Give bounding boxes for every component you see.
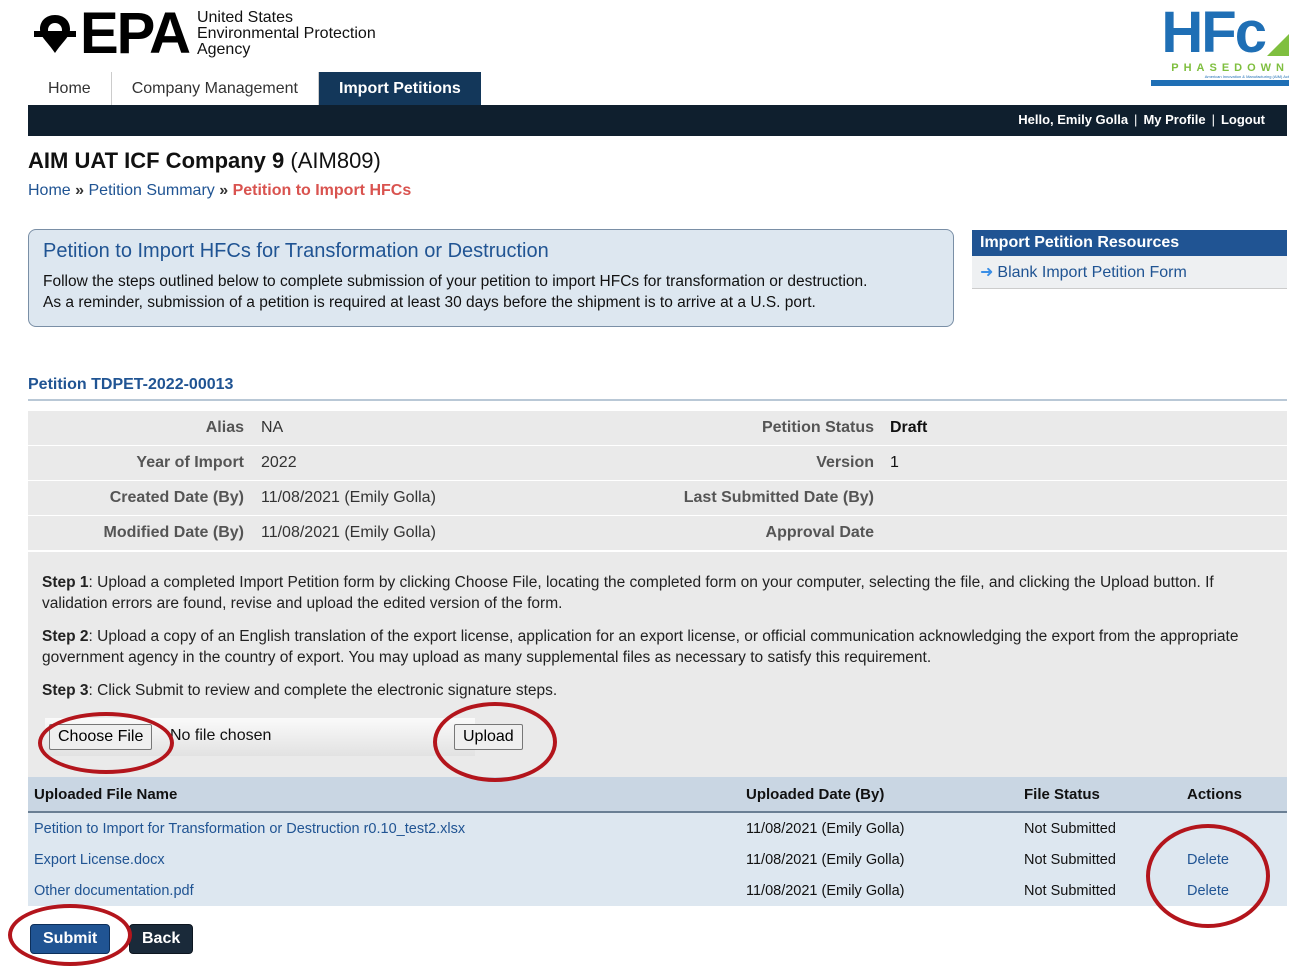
- detail-value: 2022: [261, 454, 297, 471]
- main-nav: Home Company Management Import Petitions: [28, 70, 481, 106]
- petition-status-value: Draft: [890, 419, 928, 436]
- divider: [28, 399, 1287, 401]
- upload-button[interactable]: Upload: [454, 724, 523, 750]
- detail-label: Modified Date (By): [103, 524, 244, 541]
- instructions-title: Petition to Import HFCs for Transformati…: [43, 240, 549, 262]
- no-file-chosen-label: No file chosen: [170, 727, 272, 744]
- detail-label: Alias: [205, 419, 244, 436]
- tab-home[interactable]: Home: [28, 72, 112, 106]
- epa-logo[interactable]: EPA United States Environmental Protecti…: [32, 1, 376, 66]
- uploaded-files-table: Uploaded File Name Uploaded Date (By) Fi…: [28, 777, 1287, 906]
- detail-row: Created Date (By) 11/08/2021 (Emily Goll…: [28, 481, 1287, 516]
- petition-title: Petition TDPET-2022-00013: [28, 376, 234, 393]
- breadcrumb-petition-summary[interactable]: Petition Summary: [89, 182, 215, 199]
- delete-link[interactable]: Delete: [1187, 852, 1229, 868]
- detail-label: Version: [816, 454, 874, 471]
- separator: |: [1211, 112, 1215, 127]
- choose-file-button[interactable]: Choose File: [49, 724, 153, 750]
- step-label: Step 1: [42, 574, 89, 591]
- epa-agency-name: United States Environmental Protection A…: [197, 10, 376, 58]
- hfc-tagline-bar: A U.S. Environmental Protection Agency P…: [1151, 80, 1289, 94]
- step-2: Step 2: Upload a copy of an English tran…: [42, 626, 1273, 668]
- step-3: Step 3: Click Submit to review and compl…: [42, 680, 1273, 701]
- step-label: Step 3: [42, 682, 89, 699]
- user-bar: Hello, Emily Golla | My Profile | Logout: [28, 105, 1287, 136]
- company-name: AIM UAT ICF Company 9: [28, 148, 285, 173]
- step-text: : Upload a copy of an English translatio…: [42, 628, 1239, 666]
- resource-blank-form[interactable]: ➜ Blank Import Petition Form: [972, 256, 1287, 289]
- step-text: : Click Submit to review and complete th…: [88, 682, 558, 699]
- hfc-triangle-icon: [1267, 34, 1289, 56]
- hfc-tagline: American Innovation & Manufacturing (AIM…: [1204, 74, 1289, 79]
- file-status: Not Submitted: [1024, 882, 1116, 899]
- delete-link[interactable]: Delete: [1187, 883, 1229, 899]
- detail-value: 11/08/2021 (Emily Golla): [261, 489, 436, 506]
- file-link[interactable]: Export License.docx: [34, 852, 165, 868]
- breadcrumb-separator: »: [219, 182, 229, 199]
- instructions-panel: Petition to Import HFCs for Transformati…: [28, 229, 954, 327]
- instructions-line-2: As a reminder, submission of a petition …: [43, 294, 816, 311]
- breadcrumb-separator: »: [75, 182, 85, 199]
- instructions-line-1: Follow the steps outlined below to compl…: [43, 273, 868, 290]
- tab-import-petitions[interactable]: Import Petitions: [319, 72, 481, 106]
- company-code: (AIM809): [290, 148, 381, 173]
- detail-label: Year of Import: [136, 454, 244, 471]
- user-links: Hello, Emily Golla | My Profile | Logout: [1018, 112, 1265, 127]
- epa-wordmark: EPA: [80, 1, 191, 66]
- detail-label: Created Date (By): [109, 489, 244, 506]
- hfc-wordmark: HFc: [1161, 0, 1267, 65]
- detail-value: NA: [261, 419, 284, 436]
- epa-line-2: Environmental Protection: [196, 25, 376, 42]
- file-status: Not Submitted: [1024, 851, 1116, 868]
- detail-value: 11/08/2021 (Emily Golla): [261, 524, 436, 541]
- table-row: Other documentation.pdf 11/08/2021 (Emil…: [28, 875, 1287, 906]
- blank-form-link[interactable]: Blank Import Petition Form: [997, 264, 1186, 281]
- separator: |: [1134, 112, 1138, 127]
- hfc-phasedown-logo: HFc PHASEDOWN American Innovation & Manu…: [1149, 4, 1289, 100]
- tab-company-management[interactable]: Company Management: [112, 72, 319, 106]
- table-row: Petition to Import for Transformation or…: [28, 813, 1287, 844]
- page-title: AIM UAT ICF Company 9 (AIM809): [28, 148, 381, 174]
- table-header: Uploaded File Name Uploaded Date (By) Fi…: [28, 777, 1287, 813]
- resources-panel: Import Petition Resources ➜ Blank Import …: [972, 230, 1287, 289]
- file-date: 11/08/2021 (Emily Golla): [746, 851, 905, 868]
- breadcrumb-current: Petition to Import HFCs: [232, 182, 412, 199]
- logout-link[interactable]: Logout: [1221, 112, 1265, 127]
- arrow-right-icon: ➜: [980, 264, 994, 281]
- epa-line-1: United States: [196, 9, 294, 26]
- col-file-status: File Status: [1024, 785, 1100, 803]
- epa-flower-icon: [34, 15, 76, 53]
- epa-line-3: Agency: [196, 41, 251, 58]
- detail-row: Alias NA Petition Status Draft: [28, 411, 1287, 446]
- greeting: Hello, Emily Golla: [1018, 112, 1129, 127]
- file-link[interactable]: Other documentation.pdf: [34, 883, 194, 899]
- col-uploaded-date: Uploaded Date (By): [746, 785, 885, 803]
- hfc-tagline-2: A U.S. Environmental Protection Agency P…: [1201, 89, 1289, 94]
- detail-row: Modified Date (By) 11/08/2021 (Emily Gol…: [28, 516, 1287, 551]
- file-status: Not Submitted: [1024, 820, 1116, 837]
- version-value: 1: [890, 454, 899, 471]
- file-date: 11/08/2021 (Emily Golla): [746, 882, 905, 899]
- petition-details: Alias NA Petition Status Draft Year of I…: [28, 411, 1287, 551]
- breadcrumb: Home » Petition Summary » Petition to Im…: [28, 182, 411, 200]
- file-date: 11/08/2021 (Emily Golla): [746, 820, 905, 837]
- resources-heading: Import Petition Resources: [972, 230, 1287, 256]
- col-actions: Actions: [1187, 785, 1243, 803]
- my-profile-link[interactable]: My Profile: [1143, 112, 1205, 127]
- step-text: : Upload a completed Import Petition for…: [42, 574, 1214, 612]
- detail-label: Last Submitted Date (By): [683, 489, 874, 506]
- detail-label: Petition Status: [761, 419, 874, 436]
- submit-button[interactable]: Submit: [30, 924, 111, 954]
- table-row: Export License.docx 11/08/2021 (Emily Go…: [28, 844, 1287, 875]
- back-button[interactable]: Back: [129, 924, 194, 954]
- file-link[interactable]: Petition to Import for Transformation or…: [34, 821, 465, 837]
- step-label: Step 2: [42, 628, 89, 645]
- step-1: Step 1: Upload a completed Import Petiti…: [42, 572, 1273, 614]
- breadcrumb-home[interactable]: Home: [28, 182, 71, 199]
- detail-row: Year of Import 2022 Version 1: [28, 446, 1287, 481]
- detail-label: Approval Date: [765, 524, 874, 541]
- col-file-name: Uploaded File Name: [34, 785, 178, 803]
